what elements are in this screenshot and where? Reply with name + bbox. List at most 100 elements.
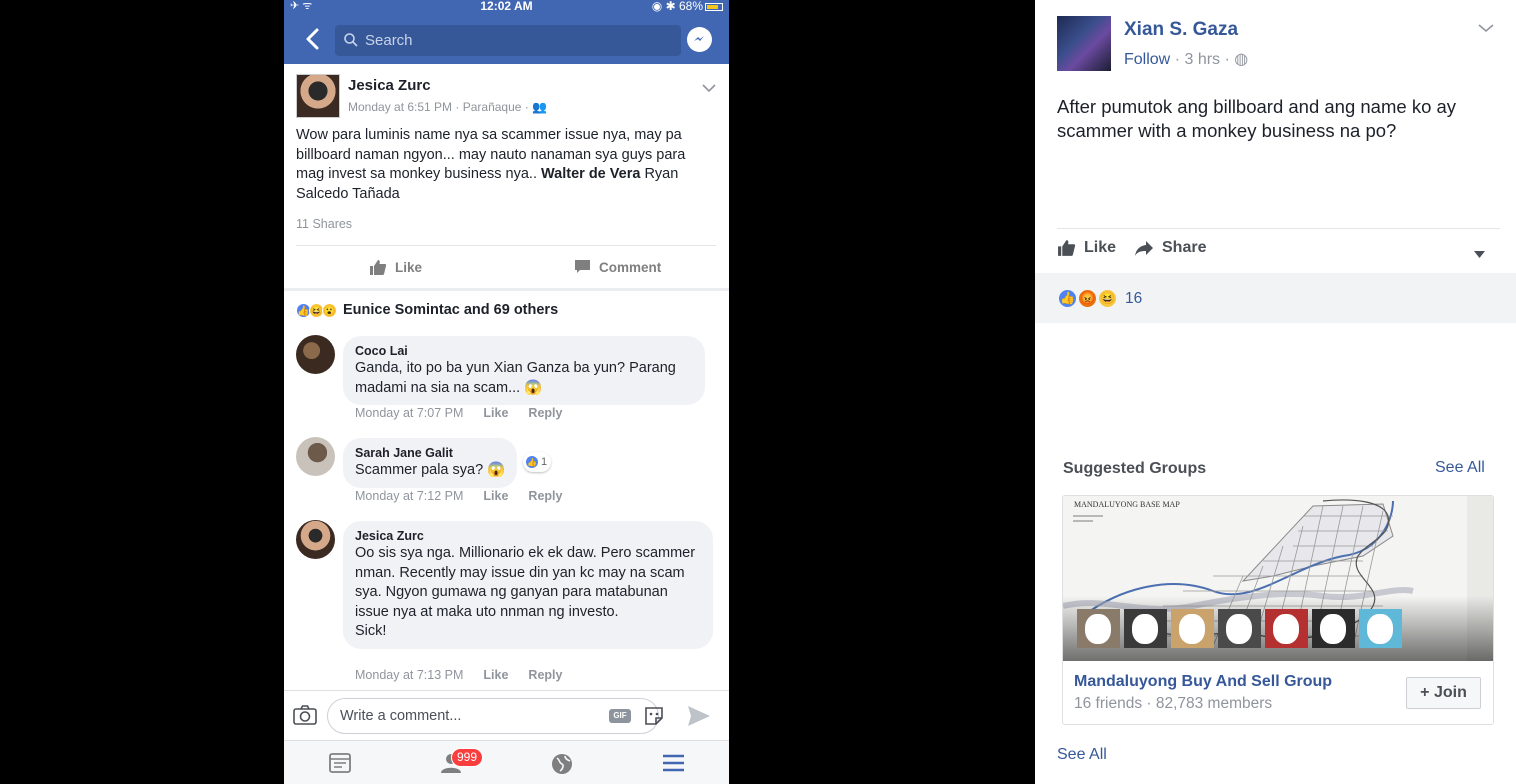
comment-reply-link[interactable]: Reply: [528, 489, 562, 503]
comment-bubble: Jesica Zurc Oo sis sya nga. Millionario …: [343, 521, 713, 649]
comment-author[interactable]: Sarah Jane Galit: [355, 445, 505, 461]
comment-text: Ganda, ito po ba yun Xian Ganza ba yun? …: [355, 360, 676, 396]
news-feed-tab-icon[interactable]: [329, 753, 351, 778]
reaction-count: 16: [1125, 289, 1143, 307]
public-globe-icon: ◍: [1234, 51, 1249, 68]
desktop-post-panel: Xian S. Gaza Follow · 3 hrs · ◍ After pu…: [1035, 0, 1516, 784]
follow-link[interactable]: Follow: [1124, 51, 1170, 68]
post-meta-text: Monday at 6:51 PM · Parañaque ·: [348, 100, 533, 114]
section-divider: [284, 288, 729, 291]
post-options-chevron-icon[interactable]: [702, 80, 716, 98]
comment-text-line2: Sick!: [355, 623, 387, 639]
comment-bubble: Sarah Jane Galit Scammer pala sya? 😱: [343, 438, 518, 488]
suggested-groups-title: Suggested Groups: [1063, 460, 1207, 477]
mention-walter[interactable]: Walter de Vera: [541, 166, 640, 182]
post-meta: Monday at 6:51 PM · Parañaque · 👥: [348, 100, 547, 114]
like-button[interactable]: Like: [369, 259, 422, 276]
comment-footer: Monday at 7:12 PM Like Reply: [355, 489, 582, 503]
member-avatar: [1218, 609, 1261, 648]
join-label: Join: [1433, 684, 1467, 701]
gif-button[interactable]: GIF: [609, 709, 631, 723]
group-card[interactable]: MANDALUYONG BASE MAP Mandaluyong Buy And…: [1062, 495, 1494, 725]
comment-bubble: Coco Lai Ganda, ito po ba yun Xian Ganza…: [343, 336, 705, 405]
member-avatar: [1359, 609, 1402, 648]
reactions-summary[interactable]: 👍 😆 😮 Eunice Somintac and 69 others: [296, 302, 558, 318]
post-time[interactable]: 3 hrs: [1184, 51, 1220, 68]
comment-reply-link[interactable]: Reply: [528, 406, 562, 420]
comment-avatar[interactable]: [296, 335, 335, 374]
join-group-button[interactable]: + Join: [1406, 677, 1481, 709]
post-options-chevron-icon[interactable]: [1478, 20, 1494, 38]
comment-like-link[interactable]: Like: [483, 406, 508, 420]
comment-like-count: 1: [541, 456, 548, 468]
post-author-name[interactable]: Xian S. Gaza: [1124, 19, 1238, 41]
post-author-avatar[interactable]: [296, 74, 340, 118]
like-button[interactable]: Like: [1057, 239, 1116, 257]
like-reaction-icon: 👍: [1057, 288, 1078, 309]
shares-count[interactable]: 11 Shares: [296, 217, 352, 231]
mobile-screenshot: ✈ ᯤ 12:02 AM ◉ ✱ 68% Search Jesica Zurc …: [284, 0, 729, 784]
comment-text: Scammer pala sya? 😱: [355, 462, 506, 478]
post-meta: Follow · 3 hrs · ◍: [1124, 49, 1248, 69]
screen: ✈ ᯤ 12:02 AM ◉ ✱ 68% Search Jesica Zurc …: [0, 0, 1516, 784]
comment-like-link[interactable]: Like: [483, 668, 508, 682]
back-arrow-icon[interactable]: [302, 26, 326, 52]
sticker-icon[interactable]: [643, 705, 665, 732]
post-body: Wow para luminis name nya sa scammer iss…: [296, 126, 716, 204]
comment-avatar[interactable]: [296, 520, 335, 559]
divider: [296, 245, 716, 246]
menu-hamburger-tab-icon[interactable]: [662, 753, 685, 778]
friend-requests-badge: 999: [451, 748, 484, 767]
divider: [1057, 228, 1500, 229]
group-cover-map: MANDALUYONG BASE MAP: [1063, 496, 1493, 661]
comment-reply-link[interactable]: Reply: [528, 668, 562, 682]
member-avatar: [1124, 609, 1167, 648]
search-input[interactable]: Search: [335, 25, 681, 56]
post-author-avatar[interactable]: [1057, 16, 1111, 71]
comment-composer: Write a comment... GIF: [284, 690, 729, 740]
group-info: 16 friends · 82,783 members: [1074, 695, 1273, 712]
see-all-footer-link[interactable]: See All: [1057, 746, 1107, 764]
comment-footer: Monday at 7:07 PM Like Reply: [355, 406, 582, 420]
reaction-menu-caret-icon[interactable]: [1474, 245, 1485, 263]
comment-like-badge[interactable]: 👍 1: [523, 452, 552, 472]
reactions-summary[interactable]: 👍 😡 😆 16: [1057, 288, 1142, 309]
reactions-summary-text: Eunice Somintac and 69 others: [343, 302, 559, 318]
bottom-tab-bar: 999: [284, 740, 729, 784]
map-title: MANDALUYONG BASE MAP: [1074, 500, 1180, 509]
notifications-globe-tab-icon[interactable]: [551, 753, 573, 780]
comment-author[interactable]: Coco Lai: [355, 343, 693, 359]
share-button[interactable]: Share: [1134, 239, 1206, 257]
comment-label: Comment: [599, 259, 662, 275]
comment-text: Oo sis sya nga. Millionario ek ek daw. P…: [355, 545, 696, 620]
messenger-icon[interactable]: [687, 27, 712, 52]
comment-avatar[interactable]: [296, 437, 335, 476]
member-avatar: [1171, 609, 1214, 648]
comment-icon: [575, 260, 590, 273]
haha-reaction-icon: 😆: [1097, 288, 1118, 309]
comment-time: Monday at 7:07 PM: [355, 406, 464, 420]
battery-status: ◉ ✱ 68%: [652, 0, 723, 13]
search-icon: [344, 33, 358, 47]
member-thumbnails: [1077, 609, 1402, 648]
battery-fill: [707, 4, 718, 9]
comment-like-link[interactable]: Like: [483, 489, 508, 503]
post-body: After pumutok ang billboard and ang name…: [1057, 96, 1457, 141]
battery-percent: 68%: [678, 0, 703, 13]
wow-reaction-icon: 😮: [322, 302, 337, 318]
camera-icon[interactable]: [293, 705, 317, 730]
thumbs-up-icon: [1058, 240, 1076, 256]
comment-author[interactable]: Jesica Zurc: [355, 528, 701, 544]
plus-icon: +: [1420, 684, 1434, 701]
top-nav: Search: [284, 14, 729, 64]
angry-reaction-icon: 😡: [1077, 288, 1098, 309]
comment-button[interactable]: Comment: [574, 259, 661, 275]
send-icon[interactable]: [687, 705, 711, 732]
like-label: Like: [395, 260, 423, 275]
group-name[interactable]: Mandaluyong Buy And Sell Group: [1074, 673, 1332, 691]
like-reaction-icon: 👍: [525, 455, 539, 469]
see-all-link[interactable]: See All: [1435, 459, 1485, 477]
meta-separator: ·: [1224, 51, 1235, 68]
post-author-name[interactable]: Jesica Zurc: [348, 77, 431, 94]
friends-audience-icon: 👥: [532, 100, 548, 114]
